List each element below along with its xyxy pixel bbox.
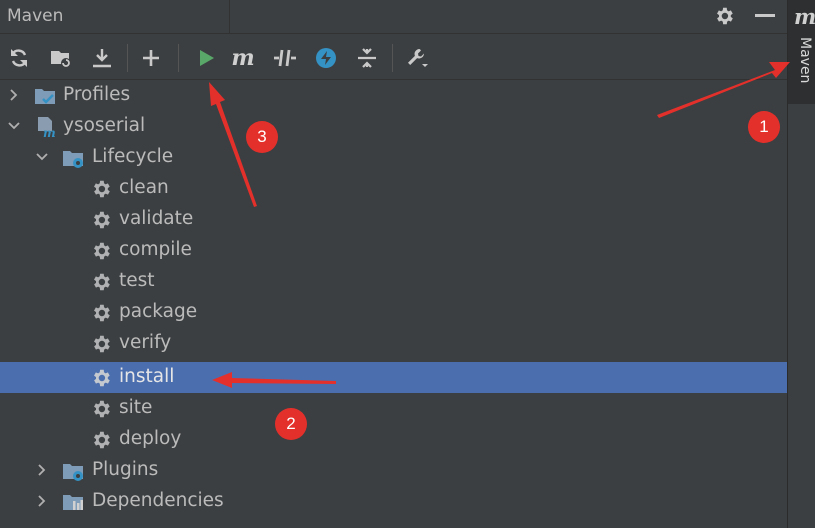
tree-node-label: Plugins [92, 459, 159, 480]
add-icon[interactable] [139, 46, 163, 70]
settings-wrench-icon[interactable] [405, 46, 429, 70]
toolbar-separator [178, 44, 179, 72]
tree-node-label: clean [119, 177, 169, 198]
tree-node-label: site [119, 397, 153, 418]
tree-node-label: verify [119, 332, 172, 353]
tree-node-goal-deploy[interactable]: deploy [0, 424, 787, 455]
tree-node-label: Lifecycle [92, 146, 174, 167]
maven-project-tree: Profiles m ysoserial Lifecycle clean val… [0, 80, 787, 528]
tool-window-header: Maven [0, 0, 787, 34]
collapse-all-icon[interactable] [355, 46, 379, 70]
chevron-down-icon[interactable] [35, 150, 49, 164]
annotation-badge-2: 2 [275, 408, 307, 440]
chevron-right-icon[interactable] [35, 494, 49, 508]
gear-icon [94, 304, 110, 322]
tool-window-title-tab: Maven [0, 0, 230, 33]
tree-node-goal-install[interactable]: install [0, 362, 787, 393]
gear-icon [94, 369, 110, 387]
chevron-down-icon[interactable] [7, 119, 21, 133]
tree-node-goal-test[interactable]: test [0, 266, 787, 297]
maven-toolbar: m [0, 34, 787, 80]
tree-node-label: Dependencies [92, 490, 224, 511]
execute-goal-icon[interactable]: m [231, 46, 255, 70]
gear-icon [94, 335, 110, 353]
plugins-folder-icon [63, 464, 83, 481]
chevron-right-icon[interactable] [7, 88, 21, 102]
gear-icon [94, 273, 110, 291]
tree-node-goal-package[interactable]: package [0, 297, 787, 328]
tree-node-project[interactable]: m ysoserial [0, 111, 787, 142]
minimize-icon[interactable] [755, 14, 775, 17]
tree-node-label: install [119, 366, 175, 387]
tree-node-profiles[interactable]: Profiles [0, 80, 787, 111]
tree-node-goal-verify[interactable]: verify [0, 328, 787, 359]
tree-node-label: package [119, 301, 198, 322]
maven-tool-tab[interactable]: m Maven [788, 0, 815, 104]
gear-icon [94, 180, 110, 198]
tree-node-goal-compile[interactable]: compile [0, 235, 787, 266]
profiles-folder-icon [35, 89, 55, 104]
tree-node-label: Profiles [63, 84, 131, 105]
tree-node-label: validate [119, 208, 194, 229]
reload-icon[interactable] [7, 46, 31, 70]
gear-icon[interactable] [713, 5, 735, 27]
tree-node-lifecycle[interactable]: Lifecycle [0, 142, 787, 173]
tree-node-goal-clean[interactable]: clean [0, 173, 787, 204]
maven-tab-label: Maven [797, 37, 813, 84]
tree-node-dependencies[interactable]: Dependencies [0, 486, 787, 517]
run-icon[interactable] [194, 46, 218, 70]
maven-logo-icon: m [794, 4, 815, 29]
annotation-badge-1: 1 [748, 111, 780, 143]
tree-node-label: ysoserial [63, 115, 146, 136]
toolbar-separator [127, 44, 128, 72]
chevron-right-icon[interactable] [35, 463, 49, 477]
tree-node-goal-validate[interactable]: validate [0, 204, 787, 235]
gear-icon [94, 400, 110, 418]
toolbar-separator [392, 44, 393, 72]
tool-window-title: Maven [7, 6, 64, 26]
svg-text:m: m [43, 126, 56, 138]
lifecycle-folder-icon [63, 151, 83, 168]
gear-icon [94, 211, 110, 229]
toggle-offline-icon[interactable] [273, 46, 297, 70]
maven-project-icon: m [38, 117, 56, 138]
dependencies-folder-icon [63, 495, 83, 510]
skip-tests-icon[interactable] [314, 46, 338, 70]
annotation-badge-3: 3 [246, 121, 278, 153]
gear-icon [94, 242, 110, 260]
gear-icon [94, 431, 110, 449]
tree-node-label: deploy [119, 428, 182, 449]
tree-node-plugins[interactable]: Plugins [0, 455, 787, 486]
right-tool-strip: m Maven [787, 0, 815, 528]
tree-node-label: compile [119, 239, 192, 260]
add-maven-project-icon[interactable] [49, 46, 73, 70]
tree-node-label: test [119, 270, 155, 291]
download-sources-icon[interactable] [90, 46, 114, 70]
tree-node-goal-site[interactable]: site [0, 393, 787, 424]
